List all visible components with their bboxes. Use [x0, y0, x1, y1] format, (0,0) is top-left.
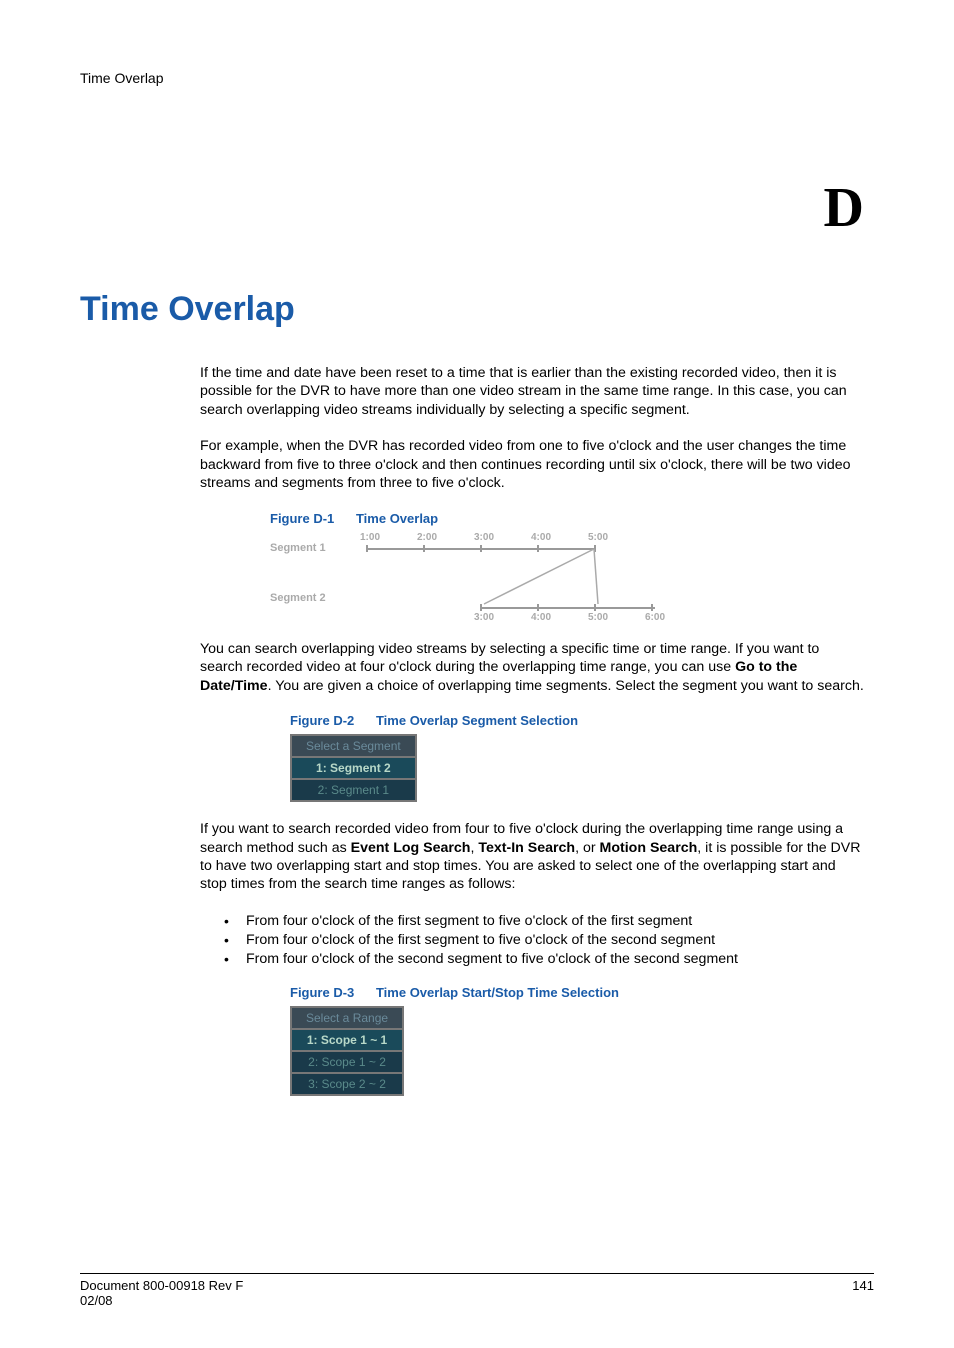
figure1-caption: Time Overlap: [356, 511, 438, 526]
tick: 4:00: [531, 612, 551, 623]
para-example: For example, when the DVR has recorded v…: [200, 437, 864, 492]
footer-date: 02/08: [80, 1293, 243, 1308]
footer-page-number: 141: [852, 1278, 874, 1308]
figure1-label: Figure D-1: [270, 511, 334, 526]
text: , or: [575, 840, 599, 856]
text-bold: Text-In Search: [478, 840, 575, 856]
text: You can search overlapping video streams…: [200, 641, 819, 675]
page-header: Time Overlap: [80, 70, 874, 86]
table-row: 1: Segment 2: [291, 757, 416, 779]
text-bold: Motion Search: [600, 840, 698, 856]
table-row: 2: Segment 1: [291, 779, 416, 801]
bullet-list: From four o'clock of the first segment t…: [224, 912, 864, 970]
time-overlap-diagram: Segment 1 Segment 2 1:00 2:00 3:00 4:00 …: [270, 532, 640, 622]
table-header: Select a Segment: [291, 735, 416, 757]
figure-2: Figure D-2 Time Overlap Segment Selectio…: [290, 713, 864, 802]
segment-selection-table: Select a Segment 1: Segment 2 2: Segment…: [290, 734, 417, 802]
para-search-overlap: You can search overlapping video streams…: [200, 640, 864, 695]
content: If the time and date have been reset to …: [200, 364, 864, 1096]
figure3-caption: Time Overlap Start/Stop Time Selection: [376, 985, 619, 1000]
figure-1: Figure D-1 Time Overlap Segment 1 Segmen…: [270, 511, 864, 622]
connector-lines: [270, 532, 670, 632]
list-item: From four o'clock of the first segment t…: [224, 931, 864, 950]
para-intro: If the time and date have been reset to …: [200, 364, 864, 419]
table-row: 1: Scope 1 ~ 1: [291, 1029, 403, 1051]
tick: 3:00: [474, 612, 494, 623]
table-header: Select a Range: [291, 1007, 403, 1029]
table-row: 2: Scope 1 ~ 2: [291, 1051, 403, 1073]
list-item: From four o'clock of the second segment …: [224, 950, 864, 969]
table-row: 3: Scope 2 ~ 2: [291, 1073, 403, 1095]
footer-doc: Document 800-00918 Rev F: [80, 1278, 243, 1293]
page-title: Time Overlap: [80, 290, 874, 329]
figure3-label: Figure D-3: [290, 985, 354, 1000]
range-selection-table: Select a Range 1: Scope 1 ~ 1 2: Scope 1…: [290, 1006, 404, 1096]
page-footer: Document 800-00918 Rev F 02/08 141: [80, 1273, 874, 1308]
figure2-caption: Time Overlap Segment Selection: [376, 713, 578, 728]
figure2-label: Figure D-2: [290, 713, 354, 728]
tick: 5:00: [588, 612, 608, 623]
para-search-range: If you want to search recorded video fro…: [200, 820, 864, 894]
timeline-2: [480, 607, 655, 609]
tick: 6:00: [645, 612, 665, 623]
chapter-letter: D: [80, 176, 864, 240]
figure-3: Figure D-3 Time Overlap Start/Stop Time …: [290, 985, 864, 1096]
text: . You are given a choice of overlapping …: [268, 678, 864, 694]
list-item: From four o'clock of the first segment t…: [224, 912, 864, 931]
text-bold: Event Log Search: [351, 840, 471, 856]
